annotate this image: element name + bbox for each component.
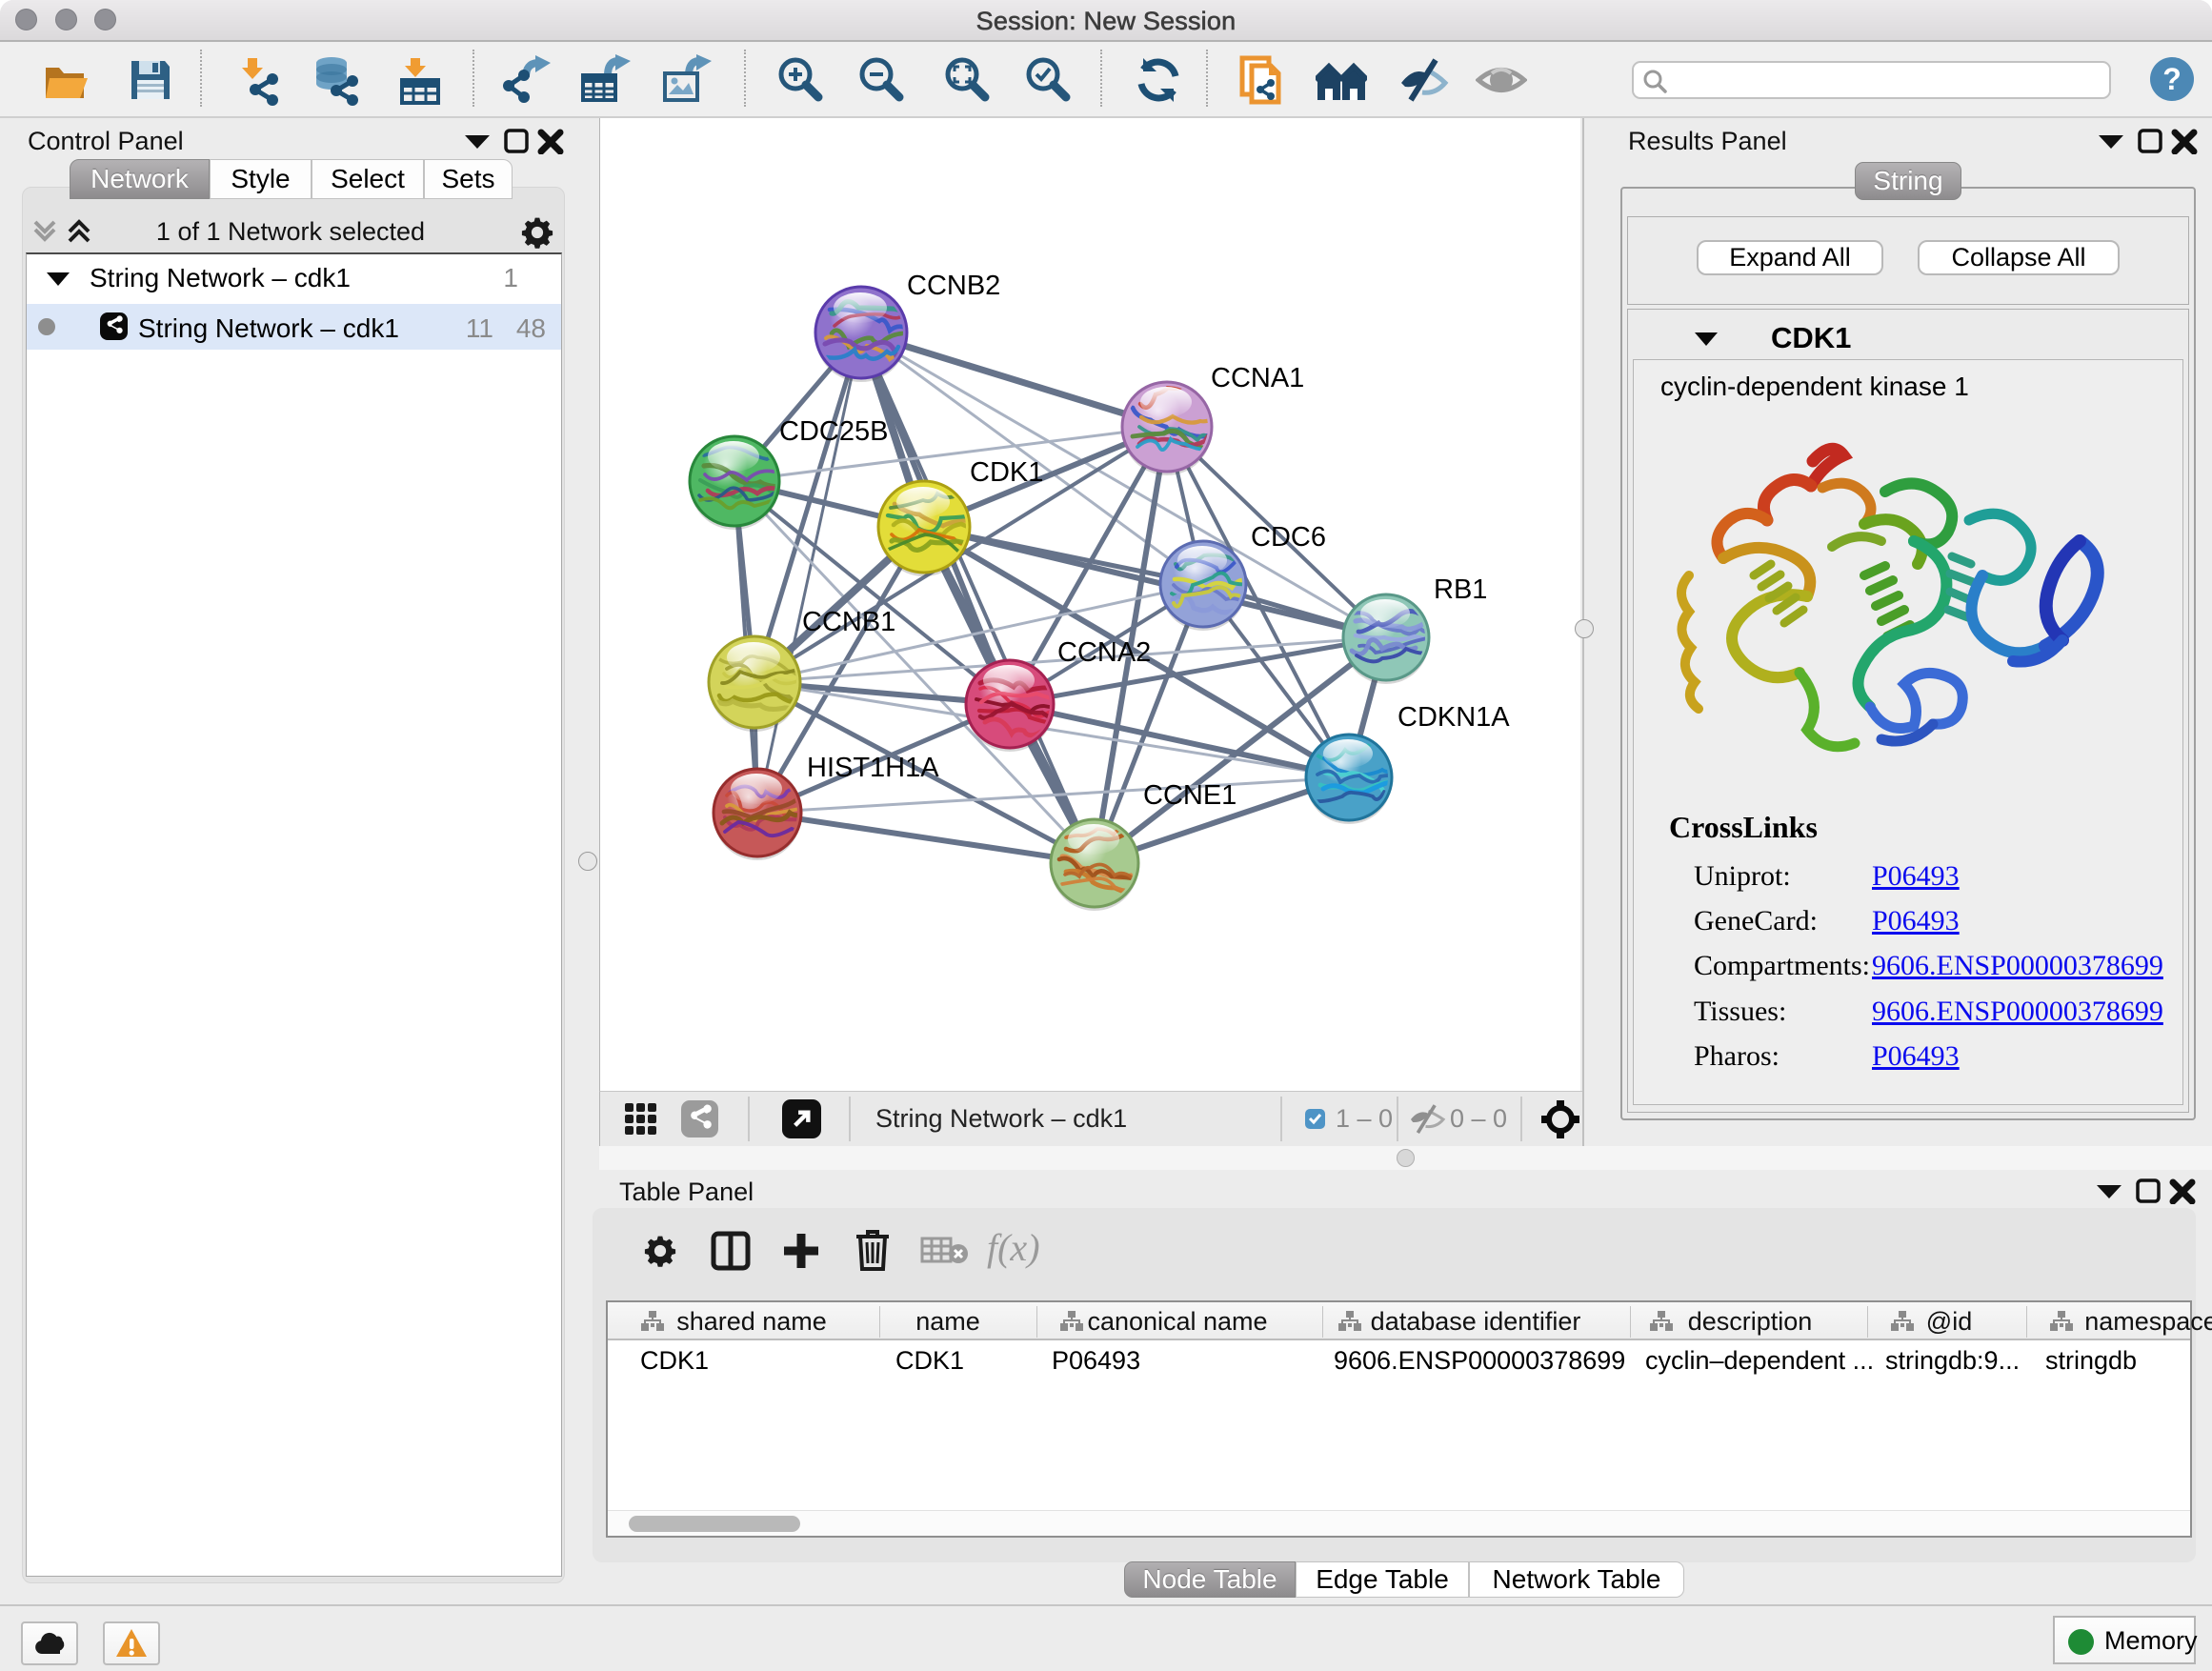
svg-text:CDC6: CDC6 xyxy=(1251,522,1326,553)
svg-text:CDKN1A: CDKN1A xyxy=(1398,702,1510,733)
svg-text:HIST1H1A: HIST1H1A xyxy=(807,753,939,783)
svg-text:CCNE1: CCNE1 xyxy=(1143,780,1237,811)
svg-text:CDC25B: CDC25B xyxy=(779,416,888,447)
svg-text:CCNA2: CCNA2 xyxy=(1057,637,1151,668)
svg-text:RB1: RB1 xyxy=(1434,574,1487,605)
svg-text:CCNB1: CCNB1 xyxy=(802,607,895,637)
svg-text:CDK1: CDK1 xyxy=(970,457,1043,488)
svg-text:CCNA1: CCNA1 xyxy=(1211,363,1304,393)
svg-text:CCNB2: CCNB2 xyxy=(907,271,1000,301)
